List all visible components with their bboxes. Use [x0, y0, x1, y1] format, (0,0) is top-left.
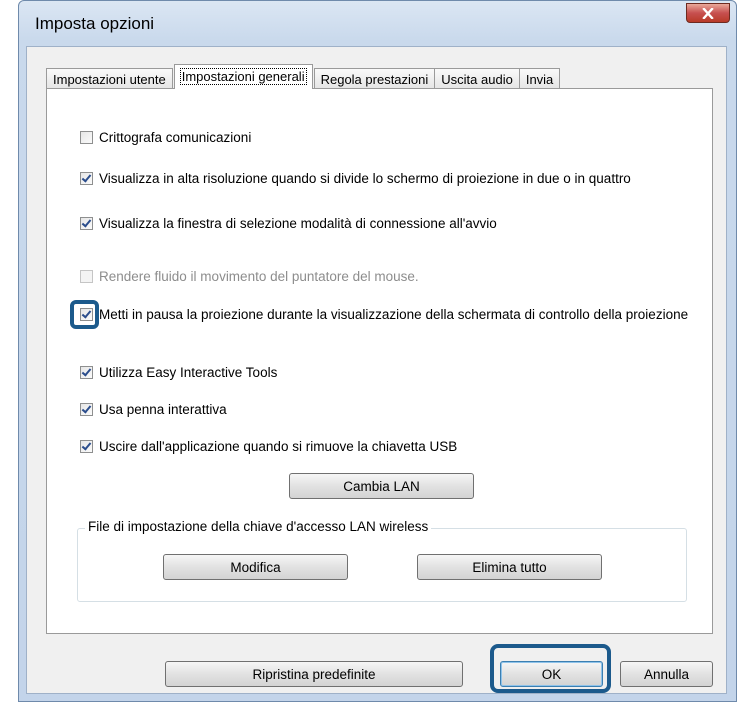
option-easy-interactive[interactable]: Utilizza Easy Interactive Tools [80, 365, 700, 381]
checkbox-easy-interactive[interactable] [80, 366, 93, 379]
annulla-button[interactable]: Annulla [620, 661, 713, 687]
checkbox-finestra-selezione[interactable] [80, 217, 93, 230]
elimina-tutto-button[interactable]: Elimina tutto [417, 554, 602, 580]
option-label: Uscire dall'applicazione quando si rimuo… [99, 439, 458, 454]
window-title: Imposta opzioni [35, 14, 155, 33]
title-bar: Imposta opzioni [19, 1, 736, 47]
option-label: Visualizza in alta risoluzione quando si… [99, 171, 631, 186]
option-uscire-usb[interactable]: Uscire dall'applicazione quando si rimuo… [80, 439, 700, 455]
checkbox-alta-risoluzione[interactable] [80, 172, 93, 185]
option-alta-risoluzione[interactable]: Visualizza in alta risoluzione quando si… [80, 171, 700, 187]
tab-strip: Impostazioni utente Impostazioni general… [46, 64, 561, 89]
option-label: Usa penna interattiva [99, 402, 227, 417]
option-finestra-selezione[interactable]: Visualizza la finestra di selezione moda… [80, 216, 700, 232]
option-label: Utilizza Easy Interactive Tools [99, 365, 278, 380]
wireless-lan-key-group-title: File di impostazione della chiave d'acce… [85, 519, 432, 534]
modifica-button[interactable]: Modifica [163, 554, 348, 580]
option-label: Crittografa comunicazioni [99, 130, 252, 145]
checkbox-puntatore-mouse [80, 270, 93, 283]
option-label: Visualizza la finestra di selezione moda… [99, 216, 497, 231]
close-button[interactable] [686, 3, 730, 23]
close-icon [702, 7, 714, 19]
option-puntatore-mouse: Rendere fluido il movimento del puntator… [80, 269, 700, 285]
tab-invia[interactable]: Invia [518, 68, 561, 89]
option-crittografa[interactable]: Crittografa comunicazioni [80, 130, 700, 146]
option-pausa-proiezione[interactable]: Metti in pausa la proiezione durante la … [80, 307, 700, 323]
checkbox-uscire-usb[interactable] [80, 440, 93, 453]
tab-regola-prestazioni[interactable]: Regola prestazioni [313, 68, 436, 89]
tab-uscita-audio[interactable]: Uscita audio [434, 68, 520, 89]
checkbox-highlight [70, 300, 99, 329]
checkbox-crittografa[interactable] [80, 131, 93, 144]
tab-impostazioni-generali[interactable]: Impostazioni generali [173, 64, 313, 89]
cambia-lan-button[interactable]: Cambia LAN [289, 473, 474, 499]
option-penna-interattiva[interactable]: Usa penna interattiva [80, 402, 700, 418]
option-label: Metti in pausa la proiezione durante la … [99, 307, 689, 322]
tab-impostazioni-utente[interactable]: Impostazioni utente [46, 68, 173, 89]
ripristina-predefinite-button[interactable]: Ripristina predefinite [165, 661, 463, 687]
ok-button-highlight [490, 644, 611, 693]
option-label: Rendere fluido il movimento del puntator… [99, 269, 419, 284]
checkbox-penna-interattiva[interactable] [80, 403, 93, 416]
